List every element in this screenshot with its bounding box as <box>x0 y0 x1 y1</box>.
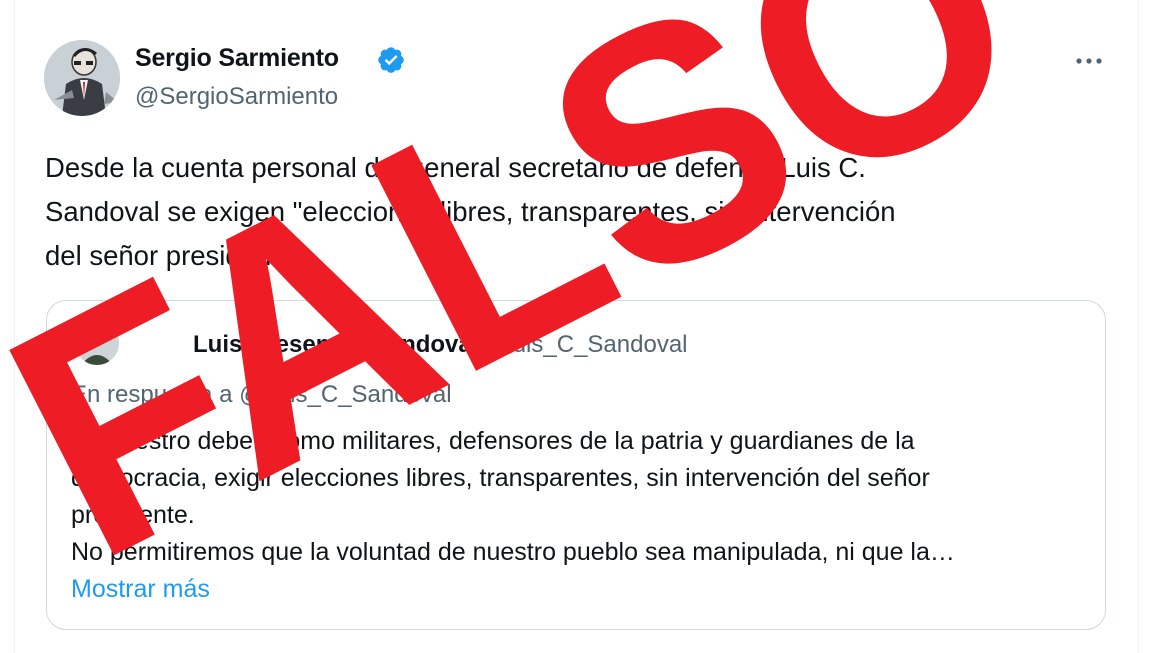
quoted-text-line: presidente. <box>71 501 195 529</box>
tweet-text-line: Desde la cuenta personal del general sec… <box>45 152 866 183</box>
author-avatar[interactable] <box>44 40 120 116</box>
more-horizontal-icon[interactable] <box>1072 52 1106 70</box>
quoted-text-line: No permitiremos que la voluntad de nuest… <box>71 538 955 566</box>
timeline-border-right <box>1138 0 1139 653</box>
timeline-border-left <box>14 0 15 653</box>
verified-badge-icon <box>378 47 404 73</box>
quoted-tweet-text: Es nuestro deber, como militares, defens… <box>71 423 955 571</box>
quoted-text-line: Es nuestro deber, como militares, defens… <box>71 427 915 455</box>
quoted-author-handle[interactable]: @Luis_C_Sandoval <box>475 331 688 359</box>
tweet-text: Desde la cuenta personal del general sec… <box>45 146 1105 278</box>
show-more-link[interactable]: Mostrar más <box>71 575 210 604</box>
quoted-author-avatar <box>75 321 119 365</box>
reply-context: En respuesta a @Luis_C_Sandoval <box>71 381 452 408</box>
quoted-text-line: democracia, exigir elecciones libres, tr… <box>71 464 930 492</box>
tweet-text-line: Sandoval se exigen "elecciones libres, t… <box>45 196 896 227</box>
author-name[interactable]: Sergio Sarmiento <box>135 44 339 73</box>
quoted-tweet-card[interactable]: Luis Cresencio Sandoval Gl @Luis_C_Sando… <box>46 300 1106 630</box>
tweet-text-line: del señor presidente". <box>45 240 312 271</box>
author-handle[interactable]: @SergioSarmiento <box>135 83 338 111</box>
quoted-author-name[interactable]: Luis Cresencio Sandoval Gl <box>193 331 510 359</box>
